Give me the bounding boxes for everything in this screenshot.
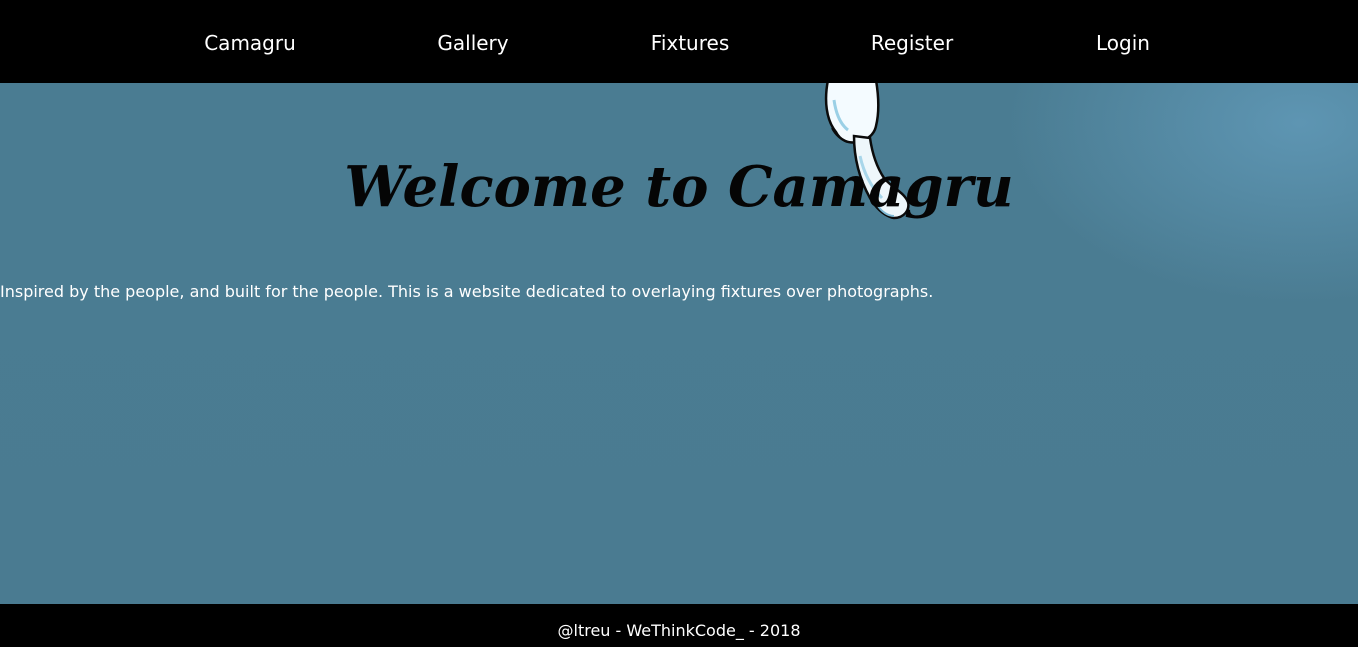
nav-link-camagru[interactable]: Camagru	[204, 0, 296, 83]
page-title: Welcome to Camagru	[344, 154, 1014, 220]
footer-credit: @ltreu - WeThinkCode_ - 2018	[557, 621, 801, 640]
nav-link-register[interactable]: Register	[871, 0, 953, 83]
nav-link-login[interactable]: Login	[1096, 0, 1150, 83]
top-navbar: Camagru Gallery Fixtures Register Login	[0, 0, 1358, 83]
intro-paragraph: Inspired by the people, and built for th…	[0, 282, 934, 301]
nav-link-fixtures[interactable]: Fixtures	[651, 0, 729, 83]
page-footer: @ltreu - WeThinkCode_ - 2018	[0, 604, 1358, 647]
nav-link-gallery[interactable]: Gallery	[437, 0, 508, 83]
